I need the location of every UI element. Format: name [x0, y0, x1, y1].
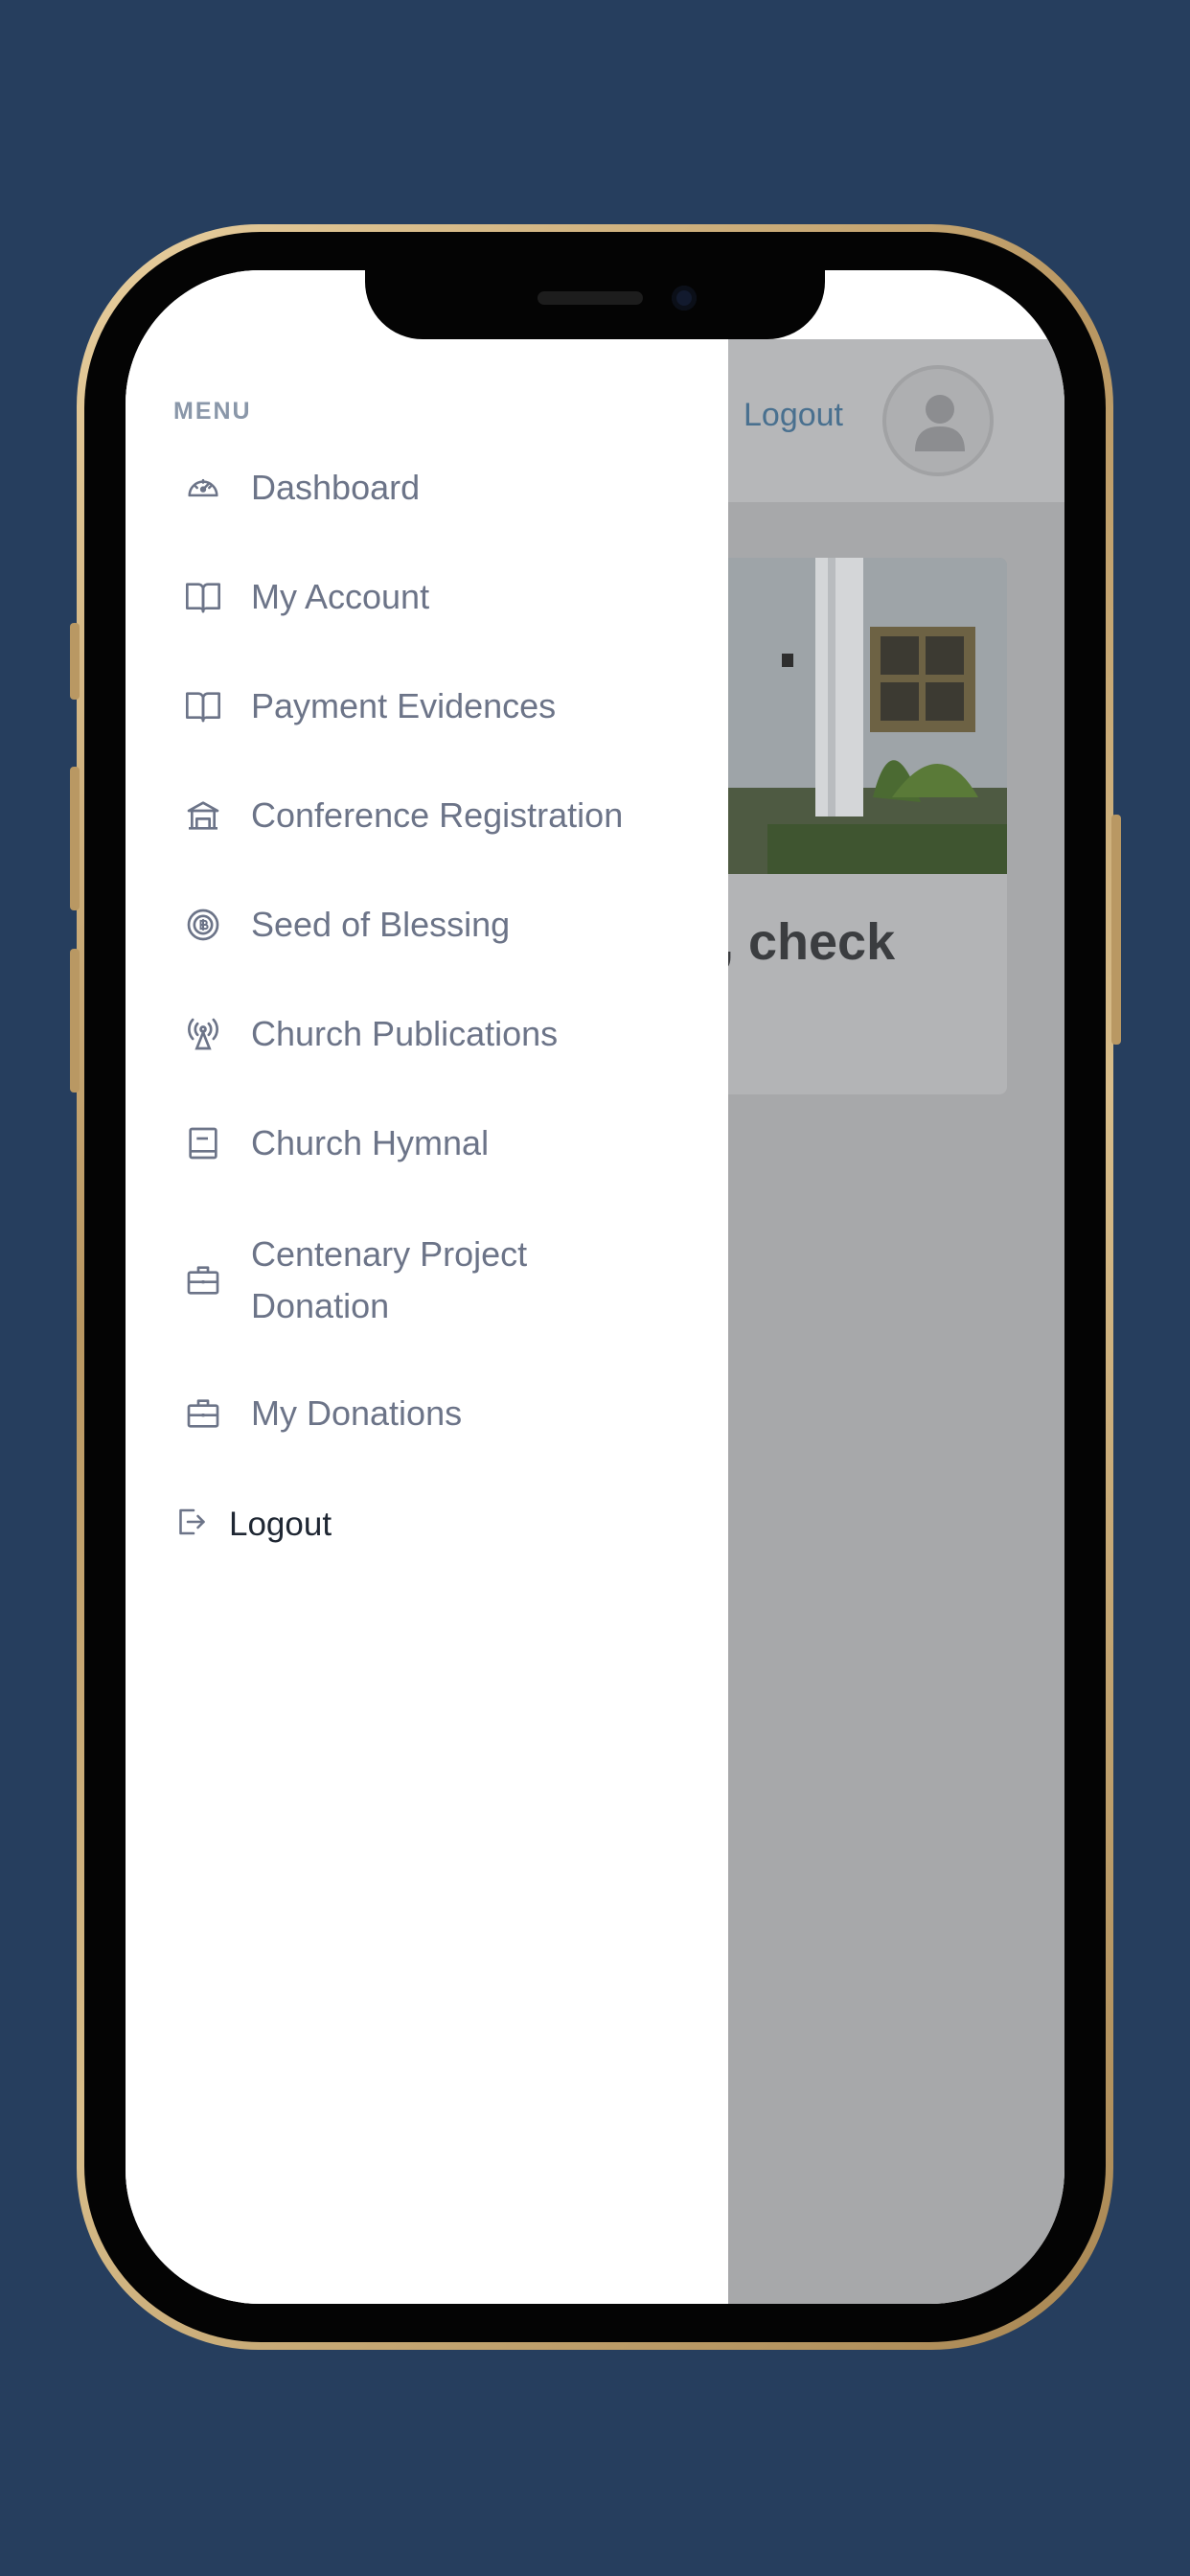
menu-item-label: Centenary Project Donation: [251, 1234, 528, 1325]
menu-item-centenary-project-donation[interactable]: Centenary Project Donation: [183, 1229, 634, 1332]
menu-item-label: Seed of Blessing: [251, 905, 511, 944]
menu-item-label: Payment Evidences: [251, 686, 557, 725]
volume-up-button: [70, 767, 80, 910]
notch: [365, 270, 825, 339]
volume-down-button: [70, 949, 80, 1092]
book-icon: [183, 686, 223, 726]
header-logout-link[interactable]: Logout: [744, 397, 843, 434]
card-heading-text: , check: [720, 913, 896, 971]
front-camera: [672, 286, 697, 310]
menu-item-payment-evidences[interactable]: Payment Evidences: [183, 680, 634, 732]
menu-item-conference-registration[interactable]: Conference Registration: [183, 790, 634, 841]
menu-item-label: Church Publications: [251, 1014, 559, 1053]
phone-screen: Logout , check MENU Dashboard My Account…: [126, 270, 1064, 2304]
broadcast-icon: [183, 1014, 223, 1054]
menu-item-church-hymnal[interactable]: Church Hymnal: [183, 1117, 634, 1169]
menu-item-label: My Donations: [251, 1393, 463, 1433]
menu-item-label: Dashboard: [251, 468, 421, 507]
speedometer-icon: [183, 468, 223, 508]
menu-item-label: My Account: [251, 577, 430, 616]
power-button: [1111, 815, 1121, 1045]
menu-logout-button[interactable]: Logout: [173, 1505, 332, 1544]
book-icon: [183, 577, 223, 617]
menu-item-label: Church Hymnal: [251, 1123, 490, 1162]
silent-switch: [70, 623, 80, 700]
menu-item-label: Conference Registration: [251, 795, 624, 835]
building-icon: [183, 795, 223, 836]
briefcase-icon: [183, 1260, 223, 1300]
user-avatar[interactable]: [882, 365, 994, 476]
menu-item-my-account[interactable]: My Account: [183, 571, 634, 623]
earpiece-speaker: [538, 291, 643, 305]
logout-label: Logout: [229, 1505, 332, 1543]
menu-item-my-donations[interactable]: My Donations: [183, 1388, 634, 1439]
logout-icon: [173, 1505, 208, 1544]
menu-item-seed-of-blessing[interactable]: Seed of Blessing: [183, 899, 634, 951]
user-icon: [915, 395, 965, 451]
briefcase-icon: [183, 1393, 223, 1434]
coin-icon: [183, 905, 223, 945]
hymnal-book-icon: [183, 1123, 223, 1163]
side-drawer-menu: MENU Dashboard My Account Payment Eviden…: [126, 270, 728, 2304]
menu-item-dashboard[interactable]: Dashboard: [183, 462, 634, 514]
menu-heading: MENU: [173, 398, 252, 425]
menu-item-church-publications[interactable]: Church Publications: [183, 1008, 634, 1060]
